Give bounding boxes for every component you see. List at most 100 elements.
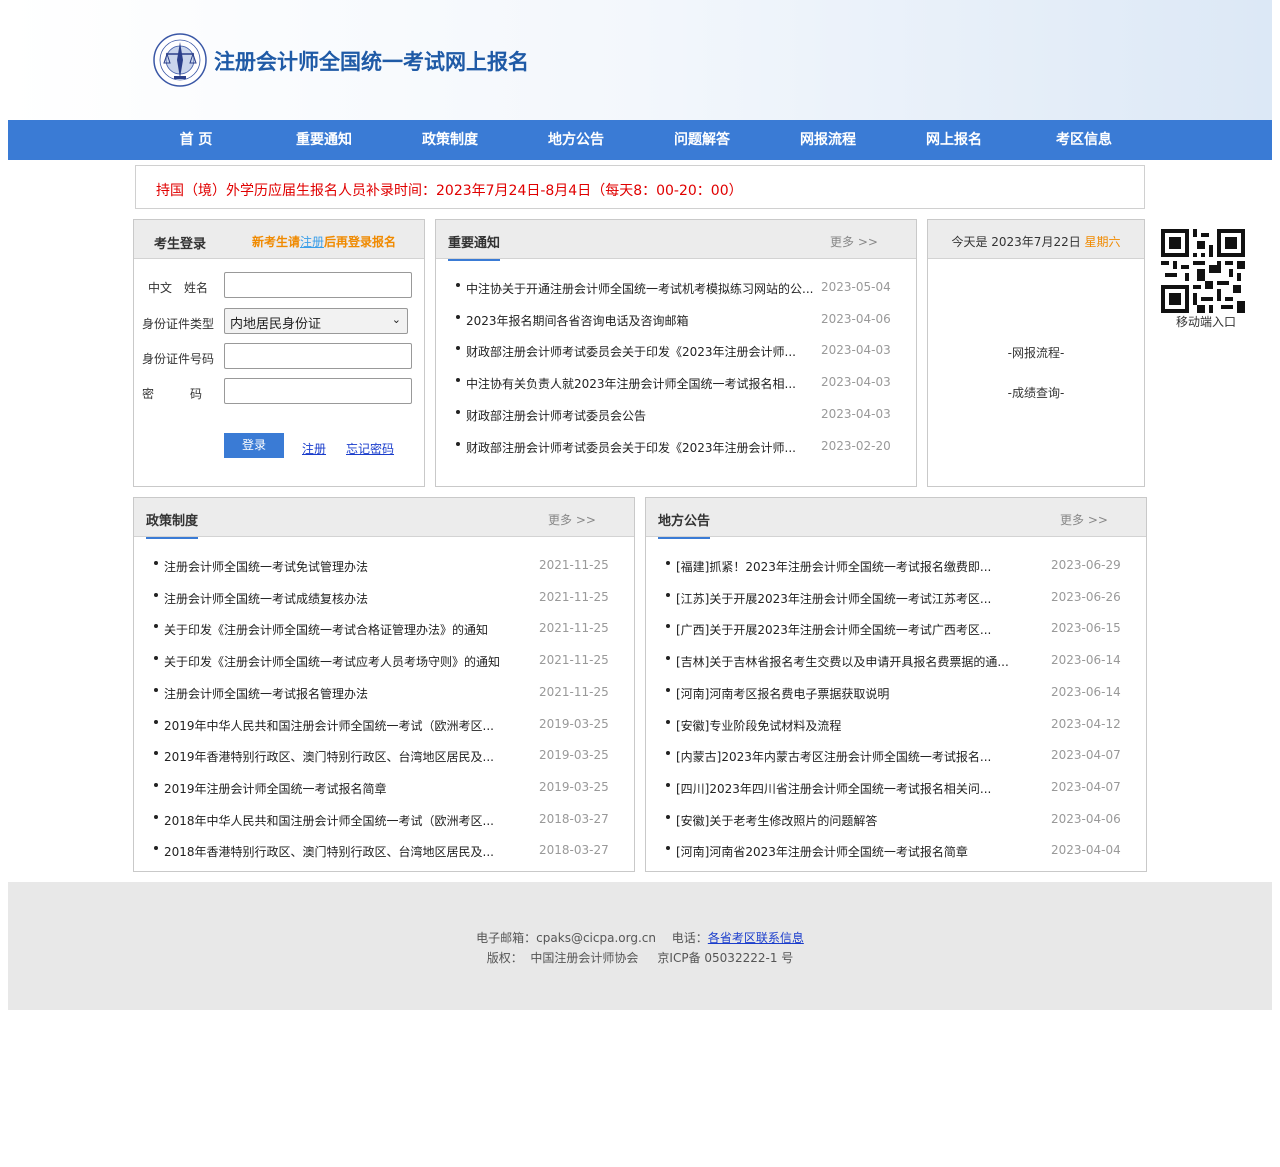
list-item-title[interactable]: 注册会计师全国统一考试成绩复核办法: [164, 590, 534, 607]
list-item-date: 2023-04-07: [1051, 780, 1121, 794]
important-more-link[interactable]: 更多 >>: [830, 233, 878, 250]
site-title: 注册会计师全国统一考试网上报名: [214, 50, 529, 74]
register-hint: 新考生请注册后再登录报名: [252, 233, 396, 250]
list-item-date: 2023-06-26: [1051, 590, 1121, 604]
list-item: 财政部注册会计师考试委员会公告 2023-04-03: [436, 405, 916, 425]
list-item-title[interactable]: 注册会计师全国统一考试报名管理办法: [164, 685, 534, 702]
list-item-title[interactable]: 注册会计师全国统一考试免试管理办法: [164, 558, 534, 575]
list-item: 2019年注册会计师全国统一考试报名简章 2019-03-25: [134, 778, 634, 798]
nav-policy[interactable]: 政策制度: [400, 120, 500, 160]
list-item-title[interactable]: [广西]关于开展2023年注册会计师全国统一考试广西考区...: [676, 621, 1046, 638]
policy-more-link[interactable]: 更多 >>: [548, 511, 596, 528]
important-title: 重要通知: [448, 232, 501, 261]
list-item-date: 2023-06-14: [1051, 653, 1121, 667]
list-item-title[interactable]: [河南]河南考区报名费电子票据获取说明: [676, 685, 1046, 702]
nav-faq[interactable]: 问题解答: [652, 120, 752, 160]
list-item-date: 2019-03-25: [539, 748, 609, 762]
list-item: 2019年香港特别行政区、澳门特别行政区、台湾地区居民及... 2019-03-2…: [134, 746, 634, 766]
footer-phone-label: 电话：: [671, 931, 708, 945]
register-hint-link[interactable]: 注册: [300, 235, 324, 249]
list-item-title[interactable]: 中注协有关负责人就2023年注册会计师全国统一考试报名相...: [466, 375, 816, 392]
list-item-date: 2023-04-04: [1051, 843, 1121, 857]
footer-contact-link[interactable]: 各省考区联系信息: [708, 931, 804, 945]
idno-input[interactable]: [224, 343, 412, 369]
list-item-date: 2023-06-15: [1051, 621, 1121, 635]
qr-code-icon[interactable]: [1161, 229, 1245, 313]
list-item-date: 2023-04-03: [821, 375, 891, 389]
nav-important-notice[interactable]: 重要通知: [274, 120, 374, 160]
forgot-password-link[interactable]: 忘记密码: [346, 440, 394, 457]
list-item-title[interactable]: 2019年香港特别行政区、澳门特别行政区、台湾地区居民及...: [164, 748, 534, 765]
nav-local-announcements[interactable]: 地方公告: [526, 120, 626, 160]
local-more-link[interactable]: 更多 >>: [1060, 511, 1108, 528]
idtype-selected-value: 内地居民身份证: [230, 317, 322, 332]
list-item-title[interactable]: 2018年香港特别行政区、澳门特别行政区、台湾地区居民及...: [164, 843, 534, 860]
list-item-title[interactable]: 关于印发《注册会计师全国统一考试应考人员考场守则》的通知: [164, 653, 534, 670]
name-label: 中文 姓名: [148, 281, 209, 295]
list-item-date: 2018-03-27: [539, 843, 609, 857]
list-item: [吉林]关于吉林省报名考生交费以及申请开具报名费票据的通... 2023-06-1…: [646, 651, 1146, 671]
list-item-title[interactable]: [河南]河南省2023年注册会计师全国统一考试报名简章: [676, 843, 1046, 860]
password-input[interactable]: [224, 378, 412, 404]
list-item: 注册会计师全国统一考试成绩复核办法 2021-11-25: [134, 588, 634, 608]
policy-panel: 政策制度 更多 >> 注册会计师全国统一考试免试管理办法 2021-11-25 注…: [133, 497, 635, 872]
name-input[interactable]: [224, 272, 412, 298]
today-weekday: 星期六: [1084, 235, 1121, 249]
nav-online-registration[interactable]: 网上报名: [904, 120, 1004, 160]
register-link[interactable]: 注册: [302, 440, 326, 457]
list-item-date: 2023-05-04: [821, 280, 891, 294]
list-item-date: 2018-03-27: [539, 812, 609, 826]
nav-exam-area-info[interactable]: 考区信息: [1034, 120, 1134, 160]
list-item: 2018年香港特别行政区、澳门特别行政区、台湾地区居民及... 2018-03-2…: [134, 841, 634, 861]
list-item-date: 2021-11-25: [539, 590, 609, 604]
list-item: [广西]关于开展2023年注册会计师全国统一考试广西考区... 2023-06-1…: [646, 619, 1146, 639]
nav-home[interactable]: 首 页: [146, 120, 246, 160]
list-item: [四川]2023年四川省注册会计师全国统一考试报名相关问... 2023-04-0…: [646, 778, 1146, 798]
list-item-date: 2023-04-06: [821, 312, 891, 326]
list-item-date: 2023-02-20: [821, 439, 891, 453]
list-item-title[interactable]: 中注协关于开通注册会计师全国统一考试机考模拟练习网站的公...: [466, 280, 816, 297]
chevron-down-icon: ⌄: [391, 313, 401, 326]
list-item-title[interactable]: 财政部注册会计师考试委员会关于印发《2023年注册会计师...: [466, 343, 816, 360]
list-item-title[interactable]: [四川]2023年四川省注册会计师全国统一考试报名相关问...: [676, 780, 1046, 797]
list-item: 关于印发《注册会计师全国统一考试应考人员考场守则》的通知 2021-11-25: [134, 651, 634, 671]
list-item: 关于印发《注册会计师全国统一考试合格证管理办法》的通知 2021-11-25: [134, 619, 634, 639]
list-item: 中注协关于开通注册会计师全国统一考试机考模拟练习网站的公... 2023-05-0…: [436, 278, 916, 298]
list-item-title[interactable]: [福建]抓紧！2023年注册会计师全国统一考试报名缴费即...: [676, 558, 1046, 575]
list-item-date: 2023-04-03: [821, 407, 891, 421]
login-panel-header: 考生登录 新考生请注册后再登录报名: [134, 220, 424, 259]
idtype-select[interactable]: 内地居民身份证 ⌄: [224, 308, 408, 334]
list-item-title[interactable]: [安徽]关于老考生修改照片的问题解答: [676, 812, 1046, 829]
main-nav: 首 页 重要通知 政策制度 地方公告 问题解答 网报流程 网上报名 考区信息: [8, 120, 1272, 160]
list-item-title[interactable]: 2018年中华人民共和国注册会计师全国统一考试（欧洲考区...: [164, 812, 534, 829]
list-item-title[interactable]: 关于印发《注册会计师全国统一考试合格证管理办法》的通知: [164, 621, 534, 638]
list-item-title[interactable]: [内蒙古]2023年内蒙古考区注册会计师全国统一考试报名...: [676, 748, 1046, 765]
list-item-title[interactable]: 财政部注册会计师考试委员会关于印发《2023年注册会计师...: [466, 439, 816, 456]
policy-title: 政策制度: [146, 510, 199, 539]
login-panel: 考生登录 新考生请注册后再登录报名 中文 姓名 身份证件类型 内地居民身份证 ⌄…: [133, 219, 425, 487]
notice-text[interactable]: 持国（境）外学历应届生报名人员补录时间：2023年7月24日-8月4日（每天8：…: [156, 180, 743, 200]
list-item-title[interactable]: [吉林]关于吉林省报名考生交费以及申请开具报名费票据的通...: [676, 653, 1046, 670]
list-item-date: 2021-11-25: [539, 558, 609, 572]
policy-panel-header: 政策制度 更多 >>: [134, 498, 634, 539]
cicpa-logo-icon: [153, 33, 207, 87]
list-item-title[interactable]: [江苏]关于开展2023年注册会计师全国统一考试江苏考区...: [676, 590, 1046, 607]
list-item: [安徽]关于老考生修改照片的问题解答 2023-04-06: [646, 810, 1146, 830]
local-panel: 地方公告 更多 >> [福建]抓紧！2023年注册会计师全国统一考试报名缴费即.…: [645, 497, 1147, 872]
list-item-title[interactable]: 财政部注册会计师考试委员会公告: [466, 407, 816, 424]
list-item: [安徽]专业阶段免试材料及流程 2023-04-12: [646, 715, 1146, 735]
list-item-date: 2023-04-03: [821, 343, 891, 357]
list-item-title[interactable]: 2019年中华人民共和国注册会计师全国统一考试（欧洲考区...: [164, 717, 534, 734]
list-item-title[interactable]: 2019年注册会计师全国统一考试报名简章: [164, 780, 534, 797]
important-panel-header: 重要通知 更多 >>: [436, 220, 916, 261]
login-button[interactable]: 登录: [224, 433, 284, 458]
list-item-title[interactable]: [安徽]专业阶段免试材料及流程: [676, 717, 1046, 734]
nav-registration-process[interactable]: 网报流程: [778, 120, 878, 160]
local-panel-header: 地方公告 更多 >>: [646, 498, 1146, 539]
registration-process-link[interactable]: -网报流程-: [928, 344, 1144, 361]
list-item-date: 2023-06-14: [1051, 685, 1121, 699]
list-item: 财政部注册会计师考试委员会关于印发《2023年注册会计师... 2023-02-2…: [436, 437, 916, 457]
list-item-title[interactable]: 2023年报名期间各省咨询电话及咨询邮箱: [466, 312, 816, 329]
footer-contact: 电子邮箱：cpaks@cicpa.org.cn 电话：各省考区联系信息: [8, 929, 1272, 946]
score-query-link[interactable]: -成绩查询-: [928, 384, 1144, 401]
